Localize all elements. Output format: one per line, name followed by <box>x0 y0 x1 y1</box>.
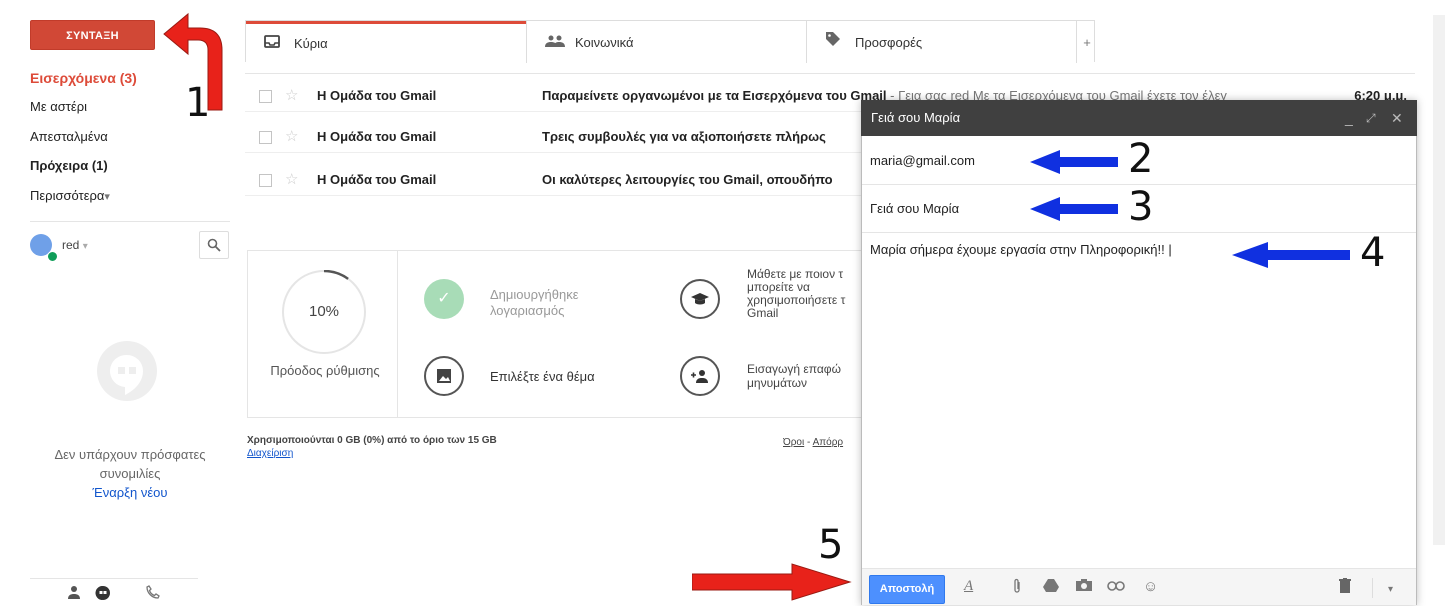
check-icon: ✓ <box>424 279 464 319</box>
image-icon[interactable] <box>424 356 464 396</box>
camera-icon[interactable] <box>1075 578 1093 596</box>
sidebar-bottom-divider <box>30 578 198 579</box>
message-body[interactable]: Μαρία σήμερα έχουμε εργασία στην Πληροφο… <box>870 242 1172 257</box>
user-menu[interactable]: red ▾ <box>62 238 88 252</box>
emoji-icon[interactable]: ☺ <box>1143 578 1158 595</box>
minimize-icon[interactable]: _ <box>1345 100 1353 136</box>
annotation-number-3: 3 <box>1128 184 1154 230</box>
sidebar-item-starred[interactable]: Με αστέρι <box>30 99 87 114</box>
manage-storage-link[interactable]: Διαχείριση <box>247 448 293 459</box>
footer-links: Όροι - Απόρρ <box>783 437 844 448</box>
tab-social-label: Κοινωνικά <box>575 35 634 50</box>
hangouts-quote-icon <box>97 341 157 401</box>
email-subject: Οι καλύτερες λειτουργίες του Gmail, οπου… <box>542 165 833 195</box>
inbox-tabs: Κύρια Κοινωνικά Προσφορές + <box>245 20 1097 63</box>
more-options-icon[interactable]: ▾ <box>1388 584 1393 595</box>
people-icon <box>545 21 565 65</box>
email-sender: Η Ομάδα του Gmail <box>317 88 437 103</box>
sidebar-item-more-label: Περισσότερα <box>30 188 105 203</box>
chevron-down-icon: ▾ <box>104 191 110 203</box>
list-top-divider <box>245 73 1415 74</box>
tab-promotions[interactable]: Προσφορές <box>806 21 1076 63</box>
compose-toolbar <box>862 568 1416 605</box>
star-icon[interactable]: ☆ <box>285 81 298 111</box>
annotation-number-1: 1 <box>185 80 211 126</box>
contacts-icon[interactable] <box>67 585 81 604</box>
start-new-conversation-link[interactable]: Έναρξη νέου <box>30 485 230 500</box>
compose-header[interactable]: Γειά σου Μαρία _ ⤢ ✕ <box>861 100 1417 136</box>
email-subject: Τρεις συμβουλές για να αξιοποιήσετε πλήρ… <box>542 122 826 152</box>
sidebar-divider <box>30 221 230 222</box>
search-icon <box>207 238 221 252</box>
step-import-contacts[interactable]: Εισαγωγή επαφώ μηνυμάτων <box>747 362 862 394</box>
sidebar-item-sent[interactable]: Απεσταλμένα <box>30 129 108 144</box>
step-choose-theme[interactable]: Επιλέξτε ένα θέμα <box>490 369 595 384</box>
formatting-icon[interactable]: A <box>964 578 973 595</box>
toolbar-divider <box>1372 578 1373 598</box>
send-button[interactable]: Αποστολή <box>869 575 945 604</box>
privacy-link[interactable]: Απόρρ <box>813 437 844 448</box>
email-sender: Η Ομάδα του Gmail <box>317 172 437 187</box>
row-checkbox[interactable] <box>259 131 272 144</box>
attach-icon[interactable] <box>1012 578 1022 598</box>
terms-link[interactable]: Όροι <box>783 437 804 448</box>
blue-arrow-icon <box>1232 242 1350 268</box>
row-checkbox[interactable] <box>259 174 272 187</box>
email-subject-text: Παραμείνετε οργανωμένοι με τα Εισερχόμεν… <box>542 88 887 103</box>
annotation-number-4: 4 <box>1360 230 1386 276</box>
tab-primary-label: Κύρια <box>294 36 328 51</box>
email-sender: Η Ομάδα του Gmail <box>317 129 437 144</box>
scrollbar[interactable] <box>1433 15 1445 545</box>
graduation-cap-icon[interactable] <box>680 279 720 319</box>
tab-promotions-label: Προσφορές <box>855 35 923 50</box>
trash-icon[interactable] <box>1339 578 1351 597</box>
close-icon[interactable]: ✕ <box>1391 100 1403 136</box>
step-learn-gmail[interactable]: Μάθετε με ποιον τ μπορείτε να χρησιμοποι… <box>747 268 862 334</box>
chevron-down-icon: ▾ <box>82 241 88 252</box>
email-subject-text: Οι καλύτερες λειτουργίες του Gmail, οπου… <box>542 172 833 187</box>
sidebar-item-drafts[interactable]: Πρόχειρα (1) <box>30 158 108 173</box>
inbox-icon <box>264 24 282 64</box>
tab-primary[interactable]: Κύρια <box>246 21 526 63</box>
progress-label: Πρόοδος ρύθμισης <box>270 363 380 378</box>
row-checkbox[interactable] <box>259 90 272 103</box>
setup-divider <box>397 251 398 417</box>
sidebar-item-inbox[interactable]: Εισερχόμενα (3) <box>30 70 137 86</box>
compose-button[interactable]: ΣΥΝΤΑΞΗ <box>30 20 155 50</box>
add-tab-button[interactable]: + <box>1076 21 1097 63</box>
blue-arrow-icon <box>1030 197 1118 221</box>
expand-icon[interactable]: ⤢ <box>1366 100 1376 136</box>
sidebar-item-more[interactable]: Περισσότερα▾ <box>30 188 110 203</box>
link-icon[interactable] <box>1107 578 1125 595</box>
add-contact-icon[interactable] <box>680 356 720 396</box>
user-name: red <box>62 238 80 252</box>
annotation-number-5: 5 <box>818 522 844 568</box>
blue-arrow-icon <box>1030 150 1118 174</box>
star-icon[interactable]: ☆ <box>285 122 298 152</box>
tab-social[interactable]: Κοινωνικά <box>526 21 806 63</box>
star-icon[interactable]: ☆ <box>285 165 298 195</box>
red-arrow-icon <box>692 563 852 601</box>
hangouts-search-button[interactable] <box>199 231 229 259</box>
hangouts-icon[interactable] <box>95 585 111 606</box>
drive-icon[interactable] <box>1043 578 1059 596</box>
storage-usage: Χρησιμοποιούνται 0 GB (0%) από το όριο τ… <box>247 435 497 446</box>
phone-icon[interactable] <box>146 585 160 604</box>
no-conversations-text: Δεν υπάρχουν πρόσφατες συνομιλίες <box>54 447 206 481</box>
compose-title: Γειά σου Μαρία <box>871 110 961 125</box>
tag-icon <box>825 21 843 65</box>
step-account-created: Δημιουργήθηκε λογαριασμός <box>490 287 579 318</box>
email-subject-text: Τρεις συμβουλές για να αξιοποιήσετε πλήρ… <box>542 129 826 144</box>
online-status-icon <box>47 251 58 262</box>
annotation-number-2: 2 <box>1128 136 1154 182</box>
progress-percent: 10% <box>308 303 340 320</box>
